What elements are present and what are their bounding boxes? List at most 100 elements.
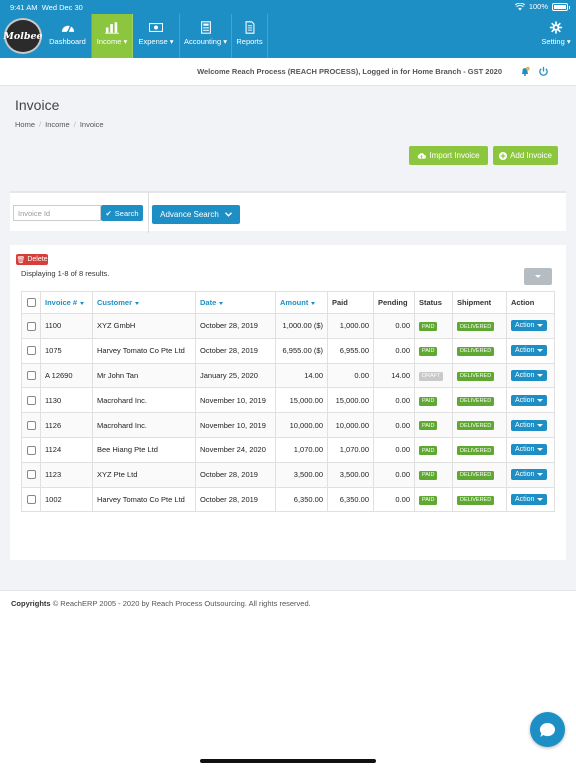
breadcrumb-invoice: Invoice [79,120,104,129]
invoice-date: October 28, 2019 [195,461,276,488]
results-summary: Displaying 1-8 of 8 results. [21,269,110,278]
row-checkbox[interactable] [26,371,36,381]
invoice-number[interactable]: 1075 [40,337,93,364]
select-all-cell [21,291,41,314]
nav-accounting-label: Accounting [184,37,222,46]
status-badge: PAID [419,322,438,332]
nav-expense-label: Expense [138,37,168,46]
customer-name: Harvey Tomato Co Pte Ltd [92,486,196,513]
nav-income-label: Income [96,37,122,46]
battery-icon [552,2,570,11]
invoice-number[interactable]: 1124 [40,436,93,463]
caret-down-icon [535,275,541,278]
nav-accounting[interactable]: Accounting ▾ [180,14,232,58]
action-dropdown-button[interactable]: Action [511,320,548,332]
action-dropdown-button[interactable]: Action [511,394,548,406]
status-bar: 9:41 AM Wed Dec 30 100% [0,0,576,14]
invoice-pending: 0.00 [373,337,415,364]
invoice-amount: 6,350.00 [275,486,328,513]
action-dropdown-button[interactable]: Action [511,369,548,381]
shipment-badge: DELIVERED [457,470,495,480]
action-dropdown-button[interactable]: Action [511,345,548,357]
trash-icon: 🗑 [16,256,26,264]
invoice-paid: 6,350.00 [327,486,374,513]
invoice-date: January 25, 2020 [195,362,276,389]
nav-setting-label: Setting [541,37,565,46]
row-checkbox[interactable] [26,346,36,356]
invoice-paid: 15,000.00 [327,387,374,414]
status-badge: PAID [419,446,438,456]
customer-name: Harvey Tomato Co Pte Ltd [92,337,196,364]
bulk-action-dropdown[interactable] [524,268,552,285]
row-checkbox[interactable] [26,495,36,505]
row-checkbox[interactable] [26,396,36,406]
shipment-badge: DELIVERED [457,421,495,431]
copyright-text: Copyrights © ReachERP 2005 - 2020 by Rea… [11,599,311,608]
column-invoice[interactable]: Invoice # [40,291,93,314]
invoice-pending: 14.00 [373,362,415,389]
nav-expense[interactable]: Expense ▾ [133,14,180,58]
invoice-paid: 10,000.00 [327,412,374,438]
breadcrumb-income[interactable]: Income [45,120,70,129]
advance-search-label: Advance Search [160,210,219,219]
chevron-down-icon: ▾ [121,37,128,46]
add-invoice-button[interactable]: Add Invoice [493,146,558,165]
bell-icon[interactable] [520,66,530,77]
nav-income[interactable]: Income ▾ [92,14,133,58]
table-row: 1124 Bee Hiang Pte Ltd November 24, 2020… [21,436,555,463]
row-checkbox[interactable] [26,470,36,480]
chevron-down-icon: ▾ [167,37,174,46]
invoice-pending: 0.00 [373,436,415,463]
chat-button[interactable] [530,712,565,747]
column-date[interactable]: Date [195,291,276,314]
invoice-list-panel: 🗑 Delete Displaying 1-8 of 8 results. In… [10,245,566,560]
search-button[interactable]: ✔ Search [101,205,143,221]
invoice-number[interactable]: 1130 [40,387,93,414]
money-icon [149,23,163,32]
shipment-badge: DELIVERED [457,346,495,356]
advance-search-button[interactable]: Advance Search [152,205,240,224]
invoice-number[interactable]: A 12690 [40,362,93,389]
invoice-number[interactable]: 1126 [40,412,93,438]
invoice-paid: 3,500.00 [327,461,374,488]
invoice-date: October 28, 2019 [195,313,276,339]
app-logo[interactable]: Molbee [3,18,43,54]
table-row: 1075 Harvey Tomato Co Pte Ltd October 28… [21,337,555,364]
plus-circle-icon [499,151,508,160]
delete-button[interactable]: 🗑 Delete [16,254,48,265]
invoice-id-input[interactable] [13,205,101,221]
status-badge: PAID [419,421,438,431]
invoice-number[interactable]: 1100 [40,313,93,339]
nav-reports[interactable]: Reports [232,14,268,58]
shipment-badge: DELIVERED [457,495,495,505]
invoice-number[interactable]: 1002 [40,486,93,513]
column-shipment: Shipment [452,291,507,314]
row-checkbox[interactable] [26,445,36,455]
chat-bubble-icon [539,722,556,737]
breadcrumb-home[interactable]: Home [15,120,35,129]
nav-setting[interactable]: Setting ▾ [536,14,576,58]
page-title: Invoice [15,97,60,113]
status-badge: PAID [419,396,438,406]
welcome-bar: Welcome Reach Process (REACH PROCESS), L… [0,58,576,86]
column-pending: Pending [373,291,415,314]
action-dropdown-button[interactable]: Action [511,444,548,456]
invoice-amount: 1,000.00 ($) [275,313,328,339]
nav-dashboard[interactable]: Dashboard [44,14,92,58]
invoice-pending: 0.00 [373,486,415,513]
select-all-checkbox[interactable] [26,298,36,308]
column-amount[interactable]: Amount [275,291,328,314]
action-dropdown-button[interactable]: Action [511,419,548,431]
action-dropdown-button[interactable]: Action [511,469,548,481]
power-icon[interactable] [538,66,549,77]
invoice-number[interactable]: 1123 [40,461,93,488]
sort-caret-icon [311,301,316,305]
column-customer[interactable]: Customer [92,291,196,314]
column-action: Action [506,291,555,314]
row-checkbox[interactable] [26,420,36,430]
import-invoice-button[interactable]: Import Invoice [409,146,488,165]
action-dropdown-button[interactable]: Action [511,493,548,505]
table-row: 1100 XYZ GmbH October 28, 2019 1,000.00 … [21,313,555,339]
invoice-date: November 10, 2019 [195,412,276,438]
row-checkbox[interactable] [26,321,36,331]
